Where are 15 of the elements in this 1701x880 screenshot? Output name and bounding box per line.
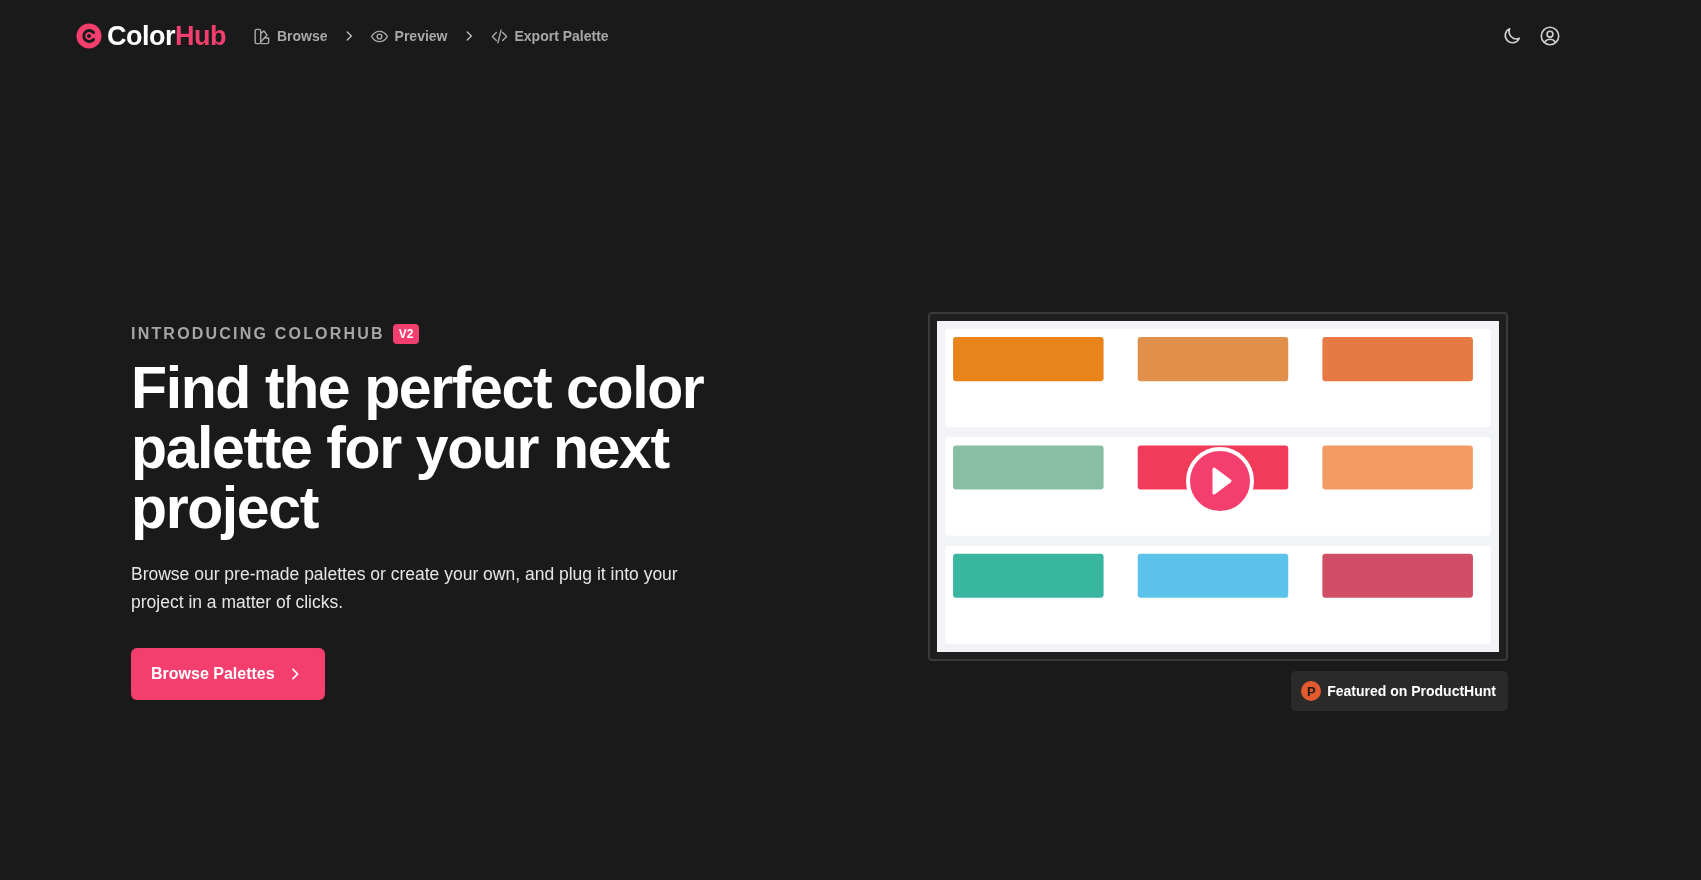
logo[interactable]: ColorHub [75, 20, 226, 52]
swatch-icon [252, 26, 271, 46]
nav-link[interactable]: Browse [252, 26, 328, 46]
dark-mode-icon[interactable] [1501, 25, 1523, 47]
user-icon[interactable] [1539, 25, 1561, 47]
nav-link[interactable]: Export Palette [489, 26, 609, 46]
nav-link[interactable]: Preview [369, 26, 448, 46]
logo-icon [75, 22, 103, 50]
version-badge: V2 [392, 323, 420, 344]
producthunt-logo: P [1301, 681, 1322, 701]
featured-badge[interactable]: P Featured on ProductHunt [1291, 671, 1508, 711]
hero-heading: Find the perfect color palette for your next project [131, 357, 705, 538]
browse-palettes-button[interactable]: Browse Palettes [131, 647, 325, 700]
eyebrow-text: INTRODUCING COLORHUB [131, 324, 385, 343]
hero-description: Browse our pre-made palettes or create your own, and plug it into your project in a matter of clicks. [131, 562, 679, 614]
